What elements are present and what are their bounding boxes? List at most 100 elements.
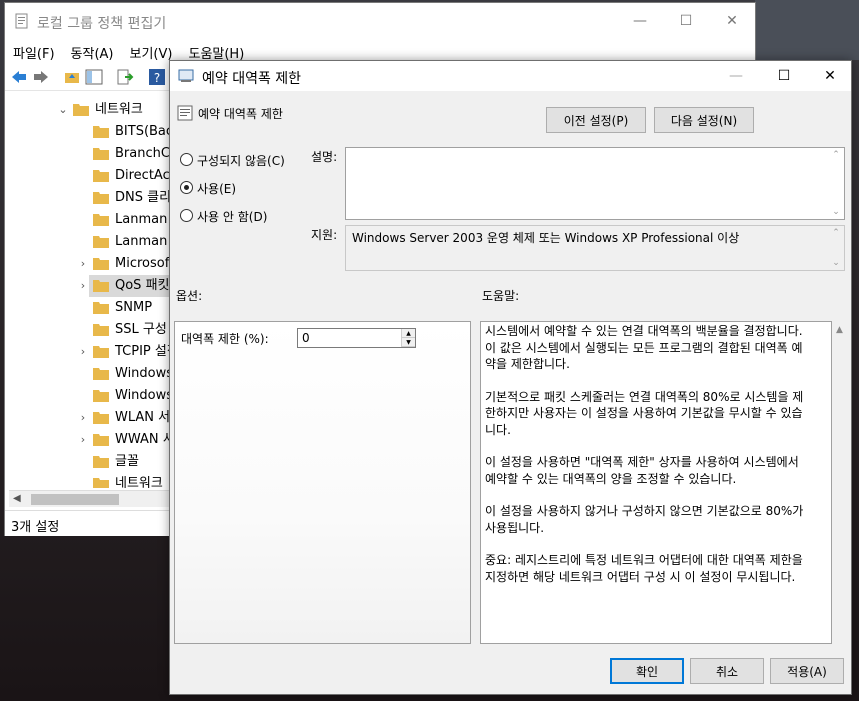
folder-icon: [93, 192, 109, 204]
folder-icon: [93, 412, 109, 424]
help-paragraph: 이 설정을 사용하면 "대역폭 제한" 상자를 사용하여 시스템에서 예약할 수…: [485, 455, 799, 486]
tree-item[interactable]: BITS(Back: [89, 121, 171, 143]
tree-item[interactable]: DirectAcc: [89, 165, 171, 187]
next-setting-button[interactable]: 다음 설정(N): [654, 107, 754, 133]
tree-item[interactable]: 글꼴: [89, 451, 171, 473]
folder-icon: [93, 236, 109, 248]
dialog-maximize-button[interactable]: ☐: [761, 63, 807, 89]
policy-setting-dialog[interactable]: 예약 대역폭 제한 — ☐ ✕ 예약 대역폭 제한 이전 설정(P) 다음 설정…: [169, 60, 852, 695]
maximize-button[interactable]: ☐: [664, 8, 708, 34]
policy-editor-icon: [15, 13, 28, 29]
options-panel: 대역폭 제한 (%): 0 ▲ ▼: [174, 321, 471, 644]
tree-item[interactable]: › WWAN 서: [81, 429, 171, 451]
window-title: 로컬 그룹 정책 편집기: [37, 16, 167, 32]
chevron-down-icon[interactable]: ⌄: [57, 99, 69, 121]
radio-circle[interactable]: [180, 209, 193, 222]
export-list-icon[interactable]: [116, 68, 134, 86]
scroll-up-icon[interactable]: ⌃: [830, 150, 842, 160]
spin-down-icon[interactable]: ▼: [402, 338, 415, 347]
menu-action[interactable]: 동작(A): [63, 39, 122, 63]
svg-text:?: ?: [154, 71, 160, 85]
tree-item[interactable]: SSL 구성: [89, 319, 171, 341]
ok-button[interactable]: 확인: [610, 658, 684, 684]
policy-document-icon: [177, 105, 193, 121]
tree-item[interactable]: › Microsoft: [81, 253, 171, 275]
scroll-down-icon[interactable]: ⌄: [830, 258, 842, 268]
scroll-up-icon[interactable]: ⌃: [830, 228, 842, 238]
back-arrow-icon[interactable]: [10, 68, 28, 86]
folder-icon: [93, 280, 109, 292]
help-paragraph: 중요: 레지스트리에 특정 네트워크 어댑터에 대한 대역폭 제한을 지정하면 …: [485, 553, 803, 584]
folder-icon: [93, 214, 109, 226]
previous-setting-button[interactable]: 이전 설정(P): [546, 107, 646, 133]
tree-item[interactable]: SNMP: [89, 297, 171, 319]
policy-tree[interactable]: ⌄ 네트워크 BITS(BackBranchCaDirectAccDNS 클리L…: [9, 95, 171, 488]
radio-circle[interactable]: [180, 153, 193, 166]
bandwidth-limit-spinner[interactable]: 0 ▲ ▼: [297, 328, 416, 348]
menu-file[interactable]: 파일(F): [5, 39, 63, 63]
supported-on-text: Windows Server 2003 운영 체제 또는 Windows XP …: [352, 231, 740, 245]
help-label: 도움말:: [482, 289, 520, 303]
tree-item[interactable]: Lanman 워: [89, 231, 171, 253]
folder-icon: [93, 368, 109, 380]
bandwidth-limit-value[interactable]: 0: [302, 331, 310, 345]
folder-icon: [93, 170, 109, 182]
scroll-left-icon[interactable]: ◀: [13, 493, 21, 504]
dialog-minimize-button: —: [729, 68, 743, 84]
show-hide-tree-icon[interactable]: [85, 68, 103, 86]
dialog-title: 예약 대역폭 제한: [202, 71, 302, 87]
scroll-down-icon[interactable]: ⌄: [830, 207, 842, 217]
folder-icon: [93, 324, 109, 336]
tree-item[interactable]: Windows: [89, 385, 171, 407]
desktop-edge: [755, 0, 859, 60]
options-label: 옵션:: [176, 289, 203, 303]
folder-icon: [93, 434, 109, 446]
tree-item[interactable]: DNS 클리: [89, 187, 171, 209]
policy-name: 예약 대역폭 제한: [198, 107, 283, 121]
comment-textarea[interactable]: ⌃ ⌄: [345, 147, 845, 220]
radio-circle[interactable]: [180, 181, 193, 194]
help-icon[interactable]: ?: [148, 68, 166, 86]
title-bar[interactable]: 로컬 그룹 정책 편집기 — ☐ ✕: [5, 3, 755, 39]
close-button[interactable]: ✕: [710, 8, 754, 34]
tree-item[interactable]: › WLAN 서: [81, 407, 171, 429]
folder-icon: [93, 390, 109, 402]
policy-setting-icon: [178, 69, 194, 82]
help-scrollbar[interactable]: ▲: [833, 323, 850, 643]
folder-icon: [93, 126, 109, 138]
supported-label: 지원:: [311, 228, 338, 242]
help-text: 시스템에서 예약할 수 있는 연결 대역폭의 백분율을 결정합니다. 이 값은 …: [485, 323, 825, 601]
tree-item[interactable]: ›TCPIP 설정: [81, 341, 171, 363]
scroll-up-icon[interactable]: ▲: [836, 325, 843, 335]
apply-button[interactable]: 적용(A): [770, 658, 844, 684]
tree-item[interactable]: 네트워크: [89, 473, 171, 488]
chevron-right-icon[interactable]: ›: [77, 341, 89, 363]
tree-item[interactable]: Windows: [89, 363, 171, 385]
folder-icon: [93, 456, 109, 468]
chevron-right-icon[interactable]: ›: [77, 429, 89, 451]
status-text: 3개 설정: [11, 520, 60, 535]
forward-arrow-icon[interactable]: [32, 68, 50, 86]
folder-icon: [93, 148, 109, 160]
comment-label: 설명:: [311, 150, 338, 164]
tree-item[interactable]: › QoS 패킷: [81, 275, 171, 297]
cancel-button[interactable]: 취소: [690, 658, 764, 684]
dialog-title-bar[interactable]: 예약 대역폭 제한 — ☐ ✕: [170, 61, 851, 91]
tree-item[interactable]: BranchCa: [89, 143, 171, 165]
minimize-button[interactable]: —: [618, 8, 662, 34]
chevron-right-icon[interactable]: ›: [77, 407, 89, 429]
help-panel: 시스템에서 예약할 수 있는 연결 대역폭의 백분율을 결정합니다. 이 값은 …: [480, 321, 832, 644]
help-paragraph: 이 설정을 사용하지 않거나 구성하지 않으면 기본값으로 80%가 사용됩니다…: [485, 504, 804, 535]
chevron-right-icon[interactable]: ›: [77, 253, 89, 275]
tree-item[interactable]: Lanman 서: [89, 209, 171, 231]
scroll-thumb[interactable]: [31, 494, 119, 505]
spinner-buttons[interactable]: ▲ ▼: [401, 329, 415, 347]
tree-horizontal-scrollbar[interactable]: ◀: [9, 490, 171, 507]
chevron-right-icon[interactable]: ›: [77, 275, 89, 297]
tree-item-network-root[interactable]: ⌄ 네트워크: [9, 99, 171, 121]
dialog-close-button[interactable]: ✕: [807, 63, 853, 89]
spin-up-icon[interactable]: ▲: [402, 329, 415, 338]
folder-open-icon: [73, 104, 89, 116]
folder-icon: [93, 346, 109, 358]
up-folder-icon[interactable]: [63, 68, 81, 86]
